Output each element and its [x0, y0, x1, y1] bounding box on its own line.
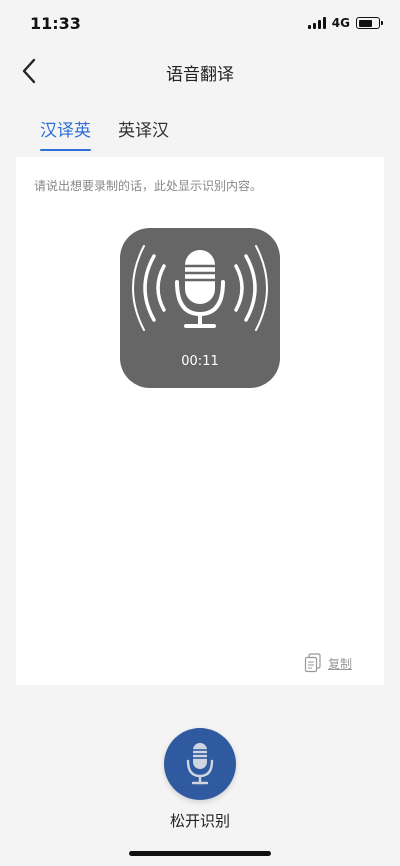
- battery-icon: [356, 17, 383, 29]
- microphone-icon: [186, 743, 214, 785]
- nav-bar: 语音翻译: [0, 48, 400, 94]
- battery-level: [358, 19, 372, 27]
- language-tabs: 汉译英 英译汉: [0, 116, 400, 156]
- microphone-icon: [132, 245, 268, 331]
- recording-timer: 00:11: [181, 354, 219, 369]
- tab-chinese-to-english[interactable]: 汉译英: [40, 116, 91, 151]
- signal-icon: [307, 17, 326, 29]
- recognition-result-area: 请说出想要录制的话，此处显示识别内容。 00:11 复制: [16, 157, 384, 685]
- status-time: 11:33: [30, 14, 81, 33]
- network-type: 4G: [331, 16, 350, 30]
- status-bar: 11:33 4G: [0, 0, 400, 46]
- recording-overlay: 00:11: [120, 228, 280, 388]
- copy-button[interactable]: 复制: [304, 653, 352, 673]
- home-indicator: [129, 851, 271, 856]
- copy-label: 复制: [327, 656, 352, 671]
- hint-text: 请说出想要录制的话，此处显示识别内容。: [34, 179, 263, 193]
- record-button-label: 松开识别: [169, 812, 230, 830]
- tab-english-to-chinese[interactable]: 英译汉: [118, 116, 169, 151]
- record-button[interactable]: [164, 728, 236, 800]
- page-title: 语音翻译: [166, 65, 234, 85]
- status-indicators: 4G: [307, 16, 383, 30]
- copy-icon: [304, 653, 321, 673]
